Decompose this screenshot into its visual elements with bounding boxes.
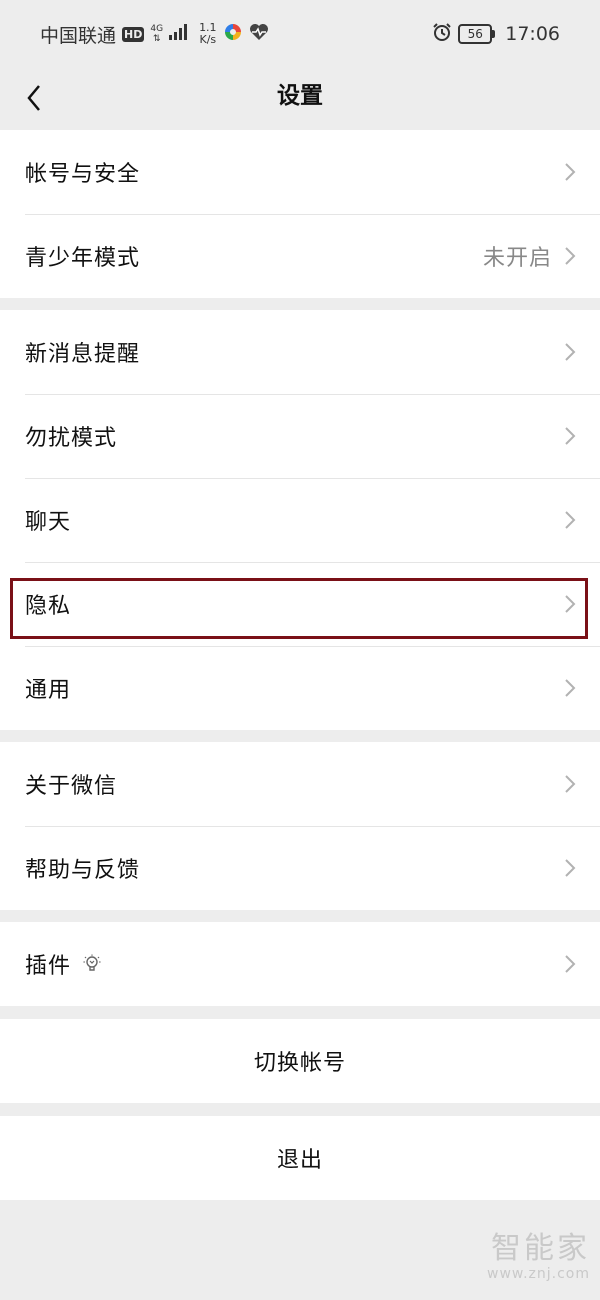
- item-label: 青少年模式: [25, 246, 141, 271]
- item-label: 插件: [25, 954, 72, 979]
- item-label: 关于微信: [25, 774, 118, 799]
- battery-indicator: 56: [458, 24, 496, 44]
- watermark-text: 智能家: [491, 1231, 590, 1266]
- chevron-right-icon: [564, 677, 578, 699]
- network-indicator: 4G ⇅: [150, 24, 163, 44]
- battery-tip: [492, 30, 496, 38]
- account-group: 帐号与安全 青少年模式 未开启: [0, 130, 600, 298]
- network-speed: 1.1 K/s: [199, 22, 217, 46]
- account-security-item[interactable]: 帐号与安全: [0, 130, 600, 214]
- chevron-right-icon: [564, 161, 578, 183]
- chevron-right-icon: [564, 857, 578, 879]
- chevron-right-icon: [564, 773, 578, 795]
- about-wechat-item[interactable]: 关于微信: [0, 742, 600, 826]
- do-not-disturb-item[interactable]: 勿扰模式: [0, 394, 600, 478]
- chevron-right-icon: [564, 425, 578, 447]
- teen-mode-item[interactable]: 青少年模式 未开启: [0, 214, 600, 298]
- plugins-group: 插件: [0, 922, 600, 1006]
- chevron-right-icon: [564, 245, 578, 267]
- carrier-name: 中国联通: [40, 24, 117, 47]
- new-message-notification-item[interactable]: 新消息提醒: [0, 310, 600, 394]
- item-label: 隐私: [25, 594, 72, 619]
- battery-level: 56: [458, 24, 493, 44]
- item-label: 帮助与反馈: [25, 858, 141, 883]
- signal-icon: [169, 24, 188, 44]
- health-heart-icon: [249, 23, 269, 45]
- chat-item[interactable]: 聊天: [0, 478, 600, 562]
- navigation-bar: 设置: [0, 68, 600, 128]
- status-left: 中国联通 HD 4G ⇅ 1.1 K/s: [40, 21, 269, 48]
- item-label: 勿扰模式: [25, 426, 118, 451]
- about-group: 关于微信 帮助与反馈: [0, 742, 600, 910]
- watermark: 智能家 www.znj.com: [487, 1231, 590, 1283]
- logout-button[interactable]: 退出: [0, 1116, 600, 1200]
- plugins-item[interactable]: 插件: [0, 922, 600, 1006]
- chevron-right-icon: [564, 953, 578, 975]
- chevron-right-icon: [564, 593, 578, 615]
- watermark-url: www.znj.com: [487, 1266, 590, 1282]
- general-item[interactable]: 通用: [0, 646, 600, 730]
- hd-badge: HD: [122, 26, 145, 42]
- switch-account-button[interactable]: 切换帐号: [0, 1019, 600, 1103]
- item-label: 聊天: [25, 510, 72, 535]
- network-type: 4G: [150, 24, 164, 34]
- speed-unit: K/s: [199, 33, 217, 46]
- status-bar: 中国联通 HD 4G ⇅ 1.1 K/s 56 17:06: [0, 0, 600, 68]
- item-label: 新消息提醒: [25, 342, 141, 367]
- clock: 17:06: [505, 23, 560, 45]
- alarm-icon: [432, 22, 452, 46]
- item-label: 帐号与安全: [25, 162, 141, 187]
- item-label: 通用: [25, 678, 72, 703]
- lightbulb-icon: [83, 954, 564, 974]
- logout-group: 退出: [0, 1116, 600, 1200]
- switch-account-group: 切换帐号: [0, 1019, 600, 1103]
- data-arrows-icon: ⇅: [152, 34, 161, 44]
- status-right: 56 17:06: [432, 22, 560, 46]
- privacy-item[interactable]: 隐私: [0, 562, 600, 646]
- chevron-right-icon: [564, 509, 578, 531]
- teen-mode-status: 未开启: [482, 246, 552, 271]
- chevron-right-icon: [564, 341, 578, 363]
- help-feedback-item[interactable]: 帮助与反馈: [0, 826, 600, 910]
- app-logo-icon: [223, 22, 243, 46]
- settings-group: 新消息提醒 勿扰模式 聊天 隐私 通用: [0, 310, 600, 730]
- page-title: 设置: [277, 83, 323, 109]
